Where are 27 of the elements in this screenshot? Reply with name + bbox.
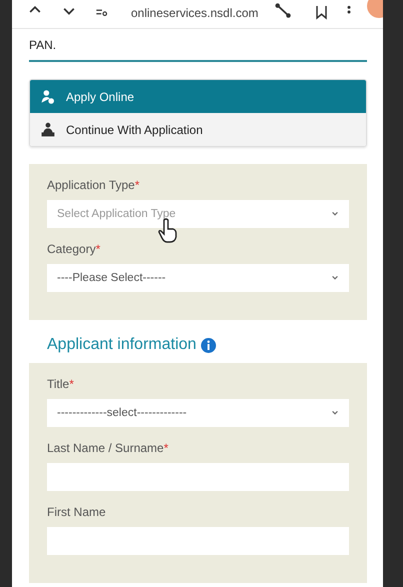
hand-pointer-icon [158, 218, 178, 244]
person-desk-icon [40, 122, 56, 138]
field-label: First Name [47, 505, 106, 519]
field-label: Category [47, 242, 96, 256]
bookmark-icon[interactable] [314, 4, 329, 20]
menu-item[interactable]: Apply Online [30, 80, 366, 113]
required-mark: * [69, 377, 74, 391]
page-heading: PAN. [29, 29, 367, 62]
chevron-down-icon [331, 409, 339, 417]
chevron-down-icon [331, 210, 339, 218]
url-text[interactable]: onlineservices.nsdl.com [131, 6, 274, 20]
section-heading: Applicant information [47, 336, 196, 354]
required-mark: * [96, 242, 100, 256]
select-field[interactable]: ----Please Select------ [47, 264, 349, 292]
field-label: Application Type [47, 178, 135, 192]
share-icon[interactable] [274, 2, 292, 20]
required-mark: * [134, 178, 140, 192]
menu-item[interactable]: Continue With Application [30, 113, 366, 146]
input-field[interactable] [47, 527, 349, 555]
chevron-down-icon [331, 274, 339, 282]
input-field[interactable] [47, 463, 349, 491]
user-plus-icon [40, 88, 56, 104]
info-icon[interactable] [201, 338, 216, 352]
field-label: Title [47, 377, 70, 391]
select-field[interactable]: -------------select------------- [47, 399, 349, 427]
required-mark: * [164, 441, 168, 455]
field-label: Last Name / Surname [47, 441, 164, 455]
